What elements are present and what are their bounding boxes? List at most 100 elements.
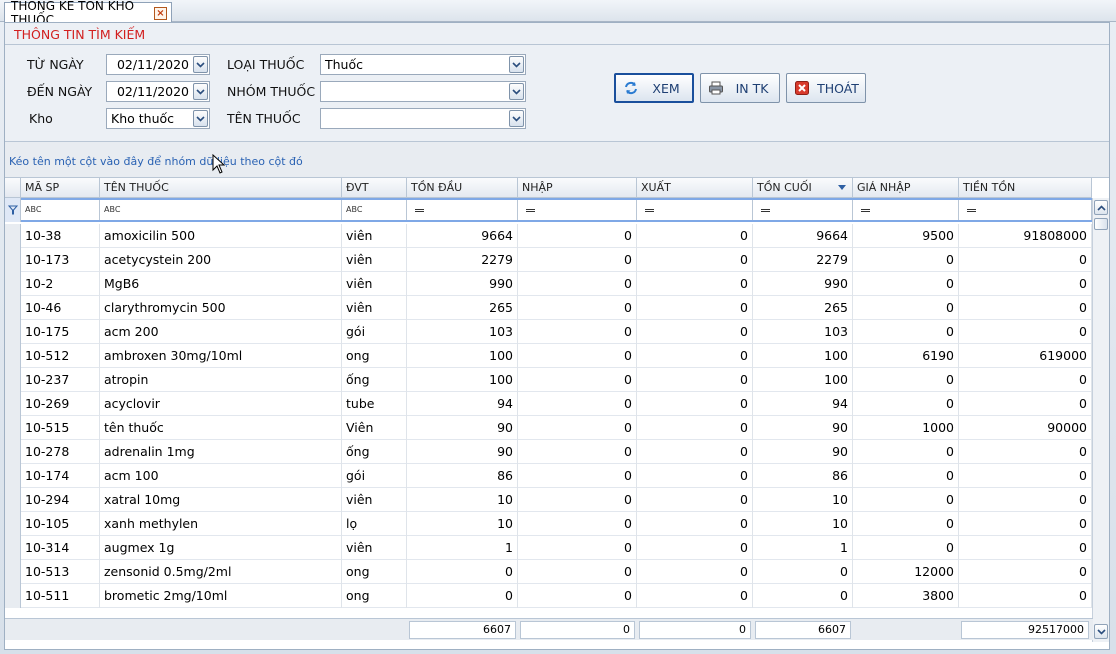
cell-tien-ton[interactable]: 90000 bbox=[959, 416, 1092, 440]
row-indicator[interactable] bbox=[5, 464, 21, 488]
cell-ten-thuoc[interactable]: acyclovir bbox=[100, 392, 342, 416]
cell-ton-dau[interactable]: 9664 bbox=[407, 224, 518, 248]
cell-ton-cuoi[interactable]: 2279 bbox=[753, 248, 853, 272]
cell-ma-sp[interactable]: 10-513 bbox=[21, 560, 100, 584]
cell-dvt[interactable]: ống bbox=[342, 440, 407, 464]
cell-dvt[interactable]: tube bbox=[342, 392, 407, 416]
table-row[interactable]: 10-2 MgB6 viên 990 0 0 990 0 0 bbox=[5, 272, 1093, 296]
cell-ton-cuoi[interactable]: 1 bbox=[753, 536, 853, 560]
cell-dvt[interactable]: gói bbox=[342, 320, 407, 344]
tab-inventory-report[interactable]: THỐNG KÊ TỒN KHO THUỐC × bbox=[4, 0, 172, 27]
cell-ton-cuoi[interactable]: 265 bbox=[753, 296, 853, 320]
table-row[interactable]: 10-237 atropin ống 100 0 0 100 0 0 bbox=[5, 368, 1093, 392]
cell-ma-sp[interactable]: 10-105 bbox=[21, 512, 100, 536]
warehouse-select[interactable]: Kho thuốc bbox=[106, 108, 210, 129]
cell-nhap[interactable]: 0 bbox=[518, 584, 637, 608]
chevron-down-icon[interactable] bbox=[509, 56, 524, 73]
cell-ton-cuoi[interactable]: 86 bbox=[753, 464, 853, 488]
cell-tien-ton[interactable]: 0 bbox=[959, 320, 1092, 344]
filter-dvt[interactable]: ABC bbox=[342, 200, 407, 220]
cell-ten-thuoc[interactable]: amoxicilin 500 bbox=[100, 224, 342, 248]
column-header-tien-ton[interactable]: TIỀN TỒN bbox=[959, 178, 1092, 198]
filter-ma-sp[interactable]: ABC bbox=[21, 200, 100, 220]
row-indicator[interactable] bbox=[5, 536, 21, 560]
row-indicator[interactable] bbox=[5, 392, 21, 416]
cell-ton-dau[interactable]: 100 bbox=[407, 368, 518, 392]
cell-ten-thuoc[interactable]: xanh methylen bbox=[100, 512, 342, 536]
cell-ton-dau[interactable]: 86 bbox=[407, 464, 518, 488]
cell-tien-ton[interactable]: 0 bbox=[959, 440, 1092, 464]
cell-xuat[interactable]: 0 bbox=[637, 272, 753, 296]
chevron-down-icon[interactable] bbox=[509, 110, 524, 127]
cell-tien-ton[interactable]: 0 bbox=[959, 368, 1092, 392]
from-date-picker[interactable]: 02/11/2020 bbox=[106, 54, 210, 75]
cell-dvt[interactable]: viên bbox=[342, 536, 407, 560]
cell-gia-nhap[interactable]: 6190 bbox=[853, 344, 959, 368]
drug-name-select[interactable] bbox=[320, 108, 526, 129]
table-row[interactable]: 10-175 acm 200 gói 103 0 0 103 0 0 bbox=[5, 320, 1093, 344]
column-header-xuat[interactable]: XUẤT bbox=[637, 178, 753, 198]
cell-ton-cuoi[interactable]: 990 bbox=[753, 272, 853, 296]
cell-dvt[interactable]: Viên bbox=[342, 416, 407, 440]
view-button[interactable]: XEM bbox=[614, 73, 694, 103]
cell-tien-ton[interactable]: 0 bbox=[959, 392, 1092, 416]
cell-ma-sp[interactable]: 10-2 bbox=[21, 272, 100, 296]
chevron-down-icon[interactable] bbox=[193, 56, 208, 73]
cell-ten-thuoc[interactable]: xatral 10mg bbox=[100, 488, 342, 512]
cell-ma-sp[interactable]: 10-512 bbox=[21, 344, 100, 368]
table-row[interactable]: 10-46 clarythromycin 500 viên 265 0 0 265 0 0 bbox=[5, 296, 1093, 320]
cell-ton-dau[interactable]: 0 bbox=[407, 560, 518, 584]
table-row[interactable]: 10-515 tên thuốc Viên 90 0 0 90 1000 90000 bbox=[5, 416, 1093, 440]
cell-gia-nhap[interactable]: 12000 bbox=[853, 560, 959, 584]
row-indicator[interactable] bbox=[5, 272, 21, 296]
table-row[interactable]: 10-294 xatral 10mg viên 10 0 0 10 0 0 bbox=[5, 488, 1093, 512]
cell-tien-ton[interactable]: 0 bbox=[959, 536, 1092, 560]
filter-gia-nhap[interactable] bbox=[853, 200, 959, 220]
filter-ton-dau[interactable] bbox=[407, 200, 518, 220]
cell-ton-dau[interactable]: 90 bbox=[407, 416, 518, 440]
group-by-panel[interactable]: Kéo tên một cột vào đây để nhóm dữ liệu … bbox=[5, 142, 1109, 178]
cell-ten-thuoc[interactable]: brometic 2mg/10ml bbox=[100, 584, 342, 608]
cell-ton-dau[interactable]: 94 bbox=[407, 392, 518, 416]
cell-nhap[interactable]: 0 bbox=[518, 272, 637, 296]
cell-nhap[interactable]: 0 bbox=[518, 392, 637, 416]
cell-dvt[interactable]: viên bbox=[342, 488, 407, 512]
cell-ton-dau[interactable]: 90 bbox=[407, 440, 518, 464]
cell-ton-dau[interactable]: 10 bbox=[407, 512, 518, 536]
cell-nhap[interactable]: 0 bbox=[518, 536, 637, 560]
cell-nhap[interactable]: 0 bbox=[518, 224, 637, 248]
cell-ten-thuoc[interactable]: ambroxen 30mg/10ml bbox=[100, 344, 342, 368]
column-header-ma-sp[interactable]: MÃ SP bbox=[21, 178, 100, 198]
cell-ton-cuoi[interactable]: 103 bbox=[753, 320, 853, 344]
cell-xuat[interactable]: 0 bbox=[637, 320, 753, 344]
cell-ton-dau[interactable]: 1 bbox=[407, 536, 518, 560]
exit-button[interactable]: THOÁT bbox=[786, 73, 866, 103]
cell-tien-ton[interactable]: 0 bbox=[959, 512, 1092, 536]
row-indicator[interactable] bbox=[5, 440, 21, 464]
column-header-ton-dau[interactable]: TỒN ĐẦU bbox=[407, 178, 518, 198]
table-row[interactable]: 10-512 ambroxen 30mg/10ml ong 100 0 0 100 6190 6… bbox=[5, 344, 1093, 368]
cell-ma-sp[interactable]: 10-174 bbox=[21, 464, 100, 488]
cell-nhap[interactable]: 0 bbox=[518, 488, 637, 512]
row-indicator[interactable] bbox=[5, 224, 21, 248]
cell-ten-thuoc[interactable]: MgB6 bbox=[100, 272, 342, 296]
cell-gia-nhap[interactable]: 1000 bbox=[853, 416, 959, 440]
row-indicator[interactable] bbox=[5, 320, 21, 344]
cell-gia-nhap[interactable]: 0 bbox=[853, 488, 959, 512]
cell-gia-nhap[interactable]: 0 bbox=[853, 368, 959, 392]
cell-nhap[interactable]: 0 bbox=[518, 440, 637, 464]
cell-ton-cuoi[interactable]: 10 bbox=[753, 512, 853, 536]
cell-ma-sp[interactable]: 10-173 bbox=[21, 248, 100, 272]
cell-ma-sp[interactable]: 10-269 bbox=[21, 392, 100, 416]
table-row[interactable]: 10-38 amoxicilin 500 viên 9664 0 0 9664 9500 918… bbox=[5, 224, 1093, 248]
cell-xuat[interactable]: 0 bbox=[637, 296, 753, 320]
cell-dvt[interactable]: ong bbox=[342, 560, 407, 584]
cell-dvt[interactable]: viên bbox=[342, 248, 407, 272]
drug-group-select[interactable] bbox=[320, 81, 526, 102]
cell-gia-nhap[interactable]: 0 bbox=[853, 272, 959, 296]
cell-ten-thuoc[interactable]: atropin bbox=[100, 368, 342, 392]
row-indicator[interactable] bbox=[5, 512, 21, 536]
cell-ten-thuoc[interactable]: zensonid 0.5mg/2ml bbox=[100, 560, 342, 584]
cell-tien-ton[interactable]: 0 bbox=[959, 464, 1092, 488]
cell-dvt[interactable]: viên bbox=[342, 272, 407, 296]
